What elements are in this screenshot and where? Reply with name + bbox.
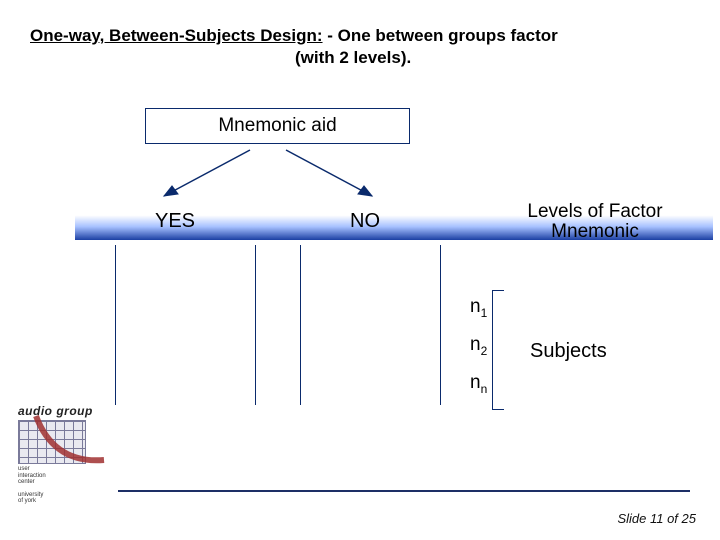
logo-title: audio group [18,404,110,418]
logo-sub: user interaction center [18,466,110,486]
subjects-n-list: n1 n2 nn [470,296,487,409]
column-divider [255,245,256,405]
levels-caption-line1: Levels of Factor [527,202,662,222]
brace-icon [492,290,506,410]
level-no-label: NO [350,210,380,233]
arrow-left-icon [150,146,260,204]
levels-caption-line2: Mnemonic [551,222,639,242]
title-rest: - One between groups factor [323,26,558,45]
slide-number: Slide 11 of 25 [617,511,696,526]
logo-footer: university of york [18,492,110,504]
column-divider [300,245,301,405]
column-divider [440,245,441,405]
title-underlined: One-way, Between-Subjects Design: [30,26,323,45]
logo-grid-icon [18,420,86,464]
title-subline: (with 2 levels). [295,48,411,68]
n1: n1 [470,296,487,320]
level-yes: YES [115,202,235,240]
slide: One-way, Between-Subjects Design: - One … [0,0,720,540]
level-no: NO [305,202,425,240]
factor-label: Mnemonic aid [218,115,336,137]
column-divider [115,245,116,405]
slide-title: One-way, Between-Subjects Design: - One … [30,26,690,46]
footer-divider [118,490,690,492]
logo: audio group user interaction center univ… [18,404,110,504]
factor-box: Mnemonic aid [145,108,410,144]
n2: n2 [470,334,487,358]
arrow-right-icon [280,146,390,204]
subjects-label: Subjects [530,340,607,363]
level-yes-label: YES [155,210,195,233]
levels-caption: Levels of Factor Mnemonic [495,198,695,246]
nn: nn [470,372,487,396]
